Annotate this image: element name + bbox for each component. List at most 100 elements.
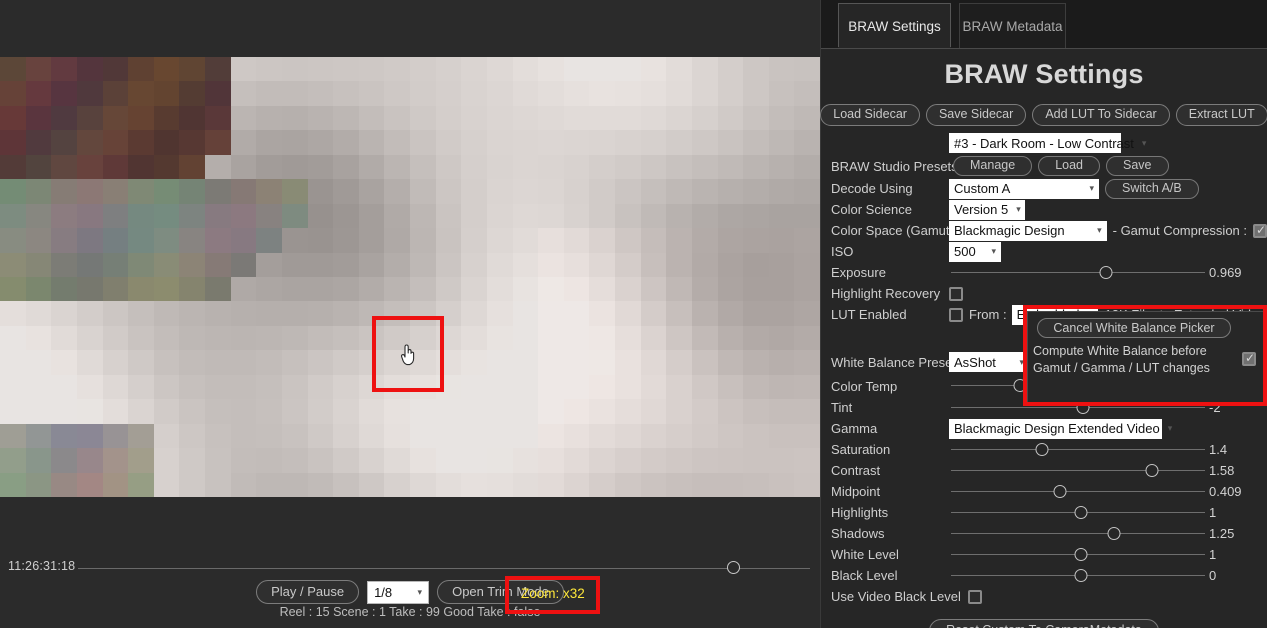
row-decode-using: Decode Using Custom A ▾ Switch A/B xyxy=(821,178,1267,199)
image-viewport[interactable] xyxy=(0,57,820,497)
saturation-label: Saturation xyxy=(831,442,949,457)
timecode-label: 11:26:31:18 xyxy=(8,559,75,573)
play-pause-button[interactable]: Play / Pause xyxy=(256,580,359,605)
highlights-slider[interactable]: 1 xyxy=(949,503,1263,523)
row-black-level: Black Level 0 xyxy=(821,565,1267,586)
gamut-compression-checkbox[interactable] xyxy=(1253,224,1267,238)
shadows-slider[interactable]: 1.25 xyxy=(949,524,1263,544)
highlight-recovery-label: Highlight Recovery xyxy=(831,286,949,301)
row-exposure: Exposure 0.969 xyxy=(821,262,1267,283)
load-preset-button[interactable]: Load xyxy=(1038,156,1100,176)
row-highlight-recovery: Highlight Recovery xyxy=(821,283,1267,304)
extract-lut-button[interactable]: Extract LUT xyxy=(1176,104,1267,126)
contrast-value: 1.58 xyxy=(1209,463,1263,478)
white-level-slider[interactable]: 1 xyxy=(949,545,1263,565)
color-temp-slider-knob[interactable] xyxy=(1013,379,1026,392)
page-title: BRAW Settings xyxy=(821,59,1267,90)
row-braw-studio-presets: BRAW Studio Presets Manage Load Save xyxy=(821,154,1267,178)
playback-speed-select[interactable]: 1/8 ▾ xyxy=(367,581,429,604)
shadows-label: Shadows xyxy=(831,526,949,541)
load-sidecar-button[interactable]: Load Sidecar xyxy=(820,104,920,126)
color-science-value: Version 5 xyxy=(954,203,1008,216)
white-balance-preset-select[interactable]: AsShot ▾ xyxy=(949,352,1029,372)
tab-braw-settings[interactable]: BRAW Settings xyxy=(838,3,951,48)
chevron-down-icon: ▾ xyxy=(418,587,423,598)
contrast-slider-knob[interactable] xyxy=(1145,464,1158,477)
iso-value: 500 xyxy=(954,245,976,258)
tab-braw-metadata[interactable]: BRAW Metadata xyxy=(959,3,1066,48)
gamut-compression-label: - Gamut Compression : xyxy=(1113,223,1247,238)
row-saturation: Saturation 1.4 xyxy=(821,439,1267,460)
chevron-down-icon: ▾ xyxy=(991,246,996,257)
row-shadows: Shadows 1.25 xyxy=(821,523,1267,544)
black-level-slider-knob[interactable] xyxy=(1074,569,1087,582)
black-level-slider[interactable]: 0 xyxy=(949,566,1263,586)
highlights-slider-knob[interactable] xyxy=(1074,506,1087,519)
saturation-slider-track xyxy=(951,449,1205,450)
gamma-select[interactable]: Blackmagic Design Extended Video ▾ xyxy=(949,419,1162,439)
compute-white-balance-label: Compute White Balance before Gamut / Gam… xyxy=(1033,343,1245,377)
tab-braw-settings-label: BRAW Settings xyxy=(848,19,941,34)
timeline-track[interactable] xyxy=(78,568,810,569)
add-lut-to-sidecar-button[interactable]: Add LUT To Sidecar xyxy=(1032,104,1169,126)
pixelated-image xyxy=(0,57,820,497)
transport-bar: 11:26:31:18 Play / Pause 1/8 ▾ Open Trim… xyxy=(0,497,820,628)
save-preset-button[interactable]: Save xyxy=(1106,156,1169,176)
chevron-down-icon: ▾ xyxy=(1016,204,1021,215)
color-science-label: Color Science xyxy=(831,202,949,217)
iso-label: ISO xyxy=(831,244,949,259)
lut-enabled-checkbox[interactable] xyxy=(949,308,963,322)
row-preset-select: #3 - Dark Room - Low Contrast ▾ xyxy=(821,132,1267,154)
black-level-label: Black Level xyxy=(831,568,949,583)
chevron-down-icon: ▾ xyxy=(1089,183,1094,194)
playback-speed-value: 1/8 xyxy=(374,586,392,599)
shadows-value: 1.25 xyxy=(1209,526,1263,541)
braw-studio-presets-select[interactable]: #3 - Dark Room - Low Contrast ▾ xyxy=(949,133,1121,153)
sidecar-button-row: Load Sidecar Save Sidecar Add LUT To Sid… xyxy=(821,104,1267,126)
exposure-value: 0.969 xyxy=(1209,265,1263,280)
row-use-video-black-level: Use Video Black Level xyxy=(821,586,1267,607)
tab-strip: BRAW Settings BRAW Metadata xyxy=(821,0,1267,49)
save-sidecar-button[interactable]: Save Sidecar xyxy=(926,104,1026,126)
reset-custom-to-camera-metadata-button[interactable]: Reset Custom To CameraMetadata xyxy=(929,619,1159,628)
contrast-slider-track xyxy=(951,470,1205,471)
zoom-level-label: Zoom: x32 xyxy=(521,586,585,601)
reset-row: Reset Custom To CameraMetadata xyxy=(821,619,1267,628)
cancel-white-balance-picker-button[interactable]: Cancel White Balance Picker xyxy=(1037,318,1231,338)
decode-using-label: Decode Using xyxy=(831,181,949,196)
exposure-slider-knob[interactable] xyxy=(1099,266,1112,279)
highlight-recovery-checkbox[interactable] xyxy=(949,287,963,301)
black-level-value: 0 xyxy=(1209,568,1263,583)
row-midpoint: Midpoint 0.409 xyxy=(821,481,1267,502)
switch-ab-button[interactable]: Switch A/B xyxy=(1105,179,1199,199)
gamma-value: Blackmagic Design Extended Video xyxy=(954,422,1160,435)
highlights-value: 1 xyxy=(1209,505,1263,520)
color-space-select[interactable]: Blackmagic Design ▾ xyxy=(949,221,1107,241)
color-science-select[interactable]: Version 5 ▾ xyxy=(949,200,1025,220)
row-white-level: White Level 1 xyxy=(821,544,1267,565)
midpoint-slider-knob[interactable] xyxy=(1054,485,1067,498)
saturation-slider-knob[interactable] xyxy=(1036,443,1049,456)
decode-using-select[interactable]: Custom A ▾ xyxy=(949,179,1099,199)
iso-select[interactable]: 500 ▾ xyxy=(949,242,1001,262)
timeline-playhead[interactable] xyxy=(727,561,740,574)
manage-preset-button[interactable]: Manage xyxy=(953,156,1032,176)
white-balance-preset-label: White Balance Preset xyxy=(831,355,949,370)
use-video-black-level-checkbox[interactable] xyxy=(968,590,982,604)
row-iso: ISO 500 ▾ xyxy=(821,241,1267,262)
midpoint-slider[interactable]: 0.409 xyxy=(949,482,1263,502)
saturation-slider[interactable]: 1.4 xyxy=(949,440,1263,460)
playback-controls: Play / Pause 1/8 ▾ Open Trim Mode xyxy=(0,578,820,606)
color-space-value: Blackmagic Design xyxy=(954,224,1065,237)
saturation-value: 1.4 xyxy=(1209,442,1263,457)
compute-white-balance-checkbox[interactable] xyxy=(1242,352,1256,366)
exposure-slider[interactable]: 0.969 xyxy=(949,263,1263,283)
clip-metadata-line: Reel : 15 Scene : 1 Take : 99 Good Take … xyxy=(0,605,820,619)
preset-buttons: Manage Load Save xyxy=(953,156,1169,176)
white-level-slider-knob[interactable] xyxy=(1074,548,1087,561)
exposure-slider-track xyxy=(951,272,1205,273)
contrast-slider[interactable]: 1.58 xyxy=(949,461,1263,481)
white-balance-picker-overlay: Cancel White Balance Picker Compute Whit… xyxy=(1027,311,1264,403)
shadows-slider-knob[interactable] xyxy=(1107,527,1120,540)
tab-strip-divider xyxy=(821,48,1267,49)
